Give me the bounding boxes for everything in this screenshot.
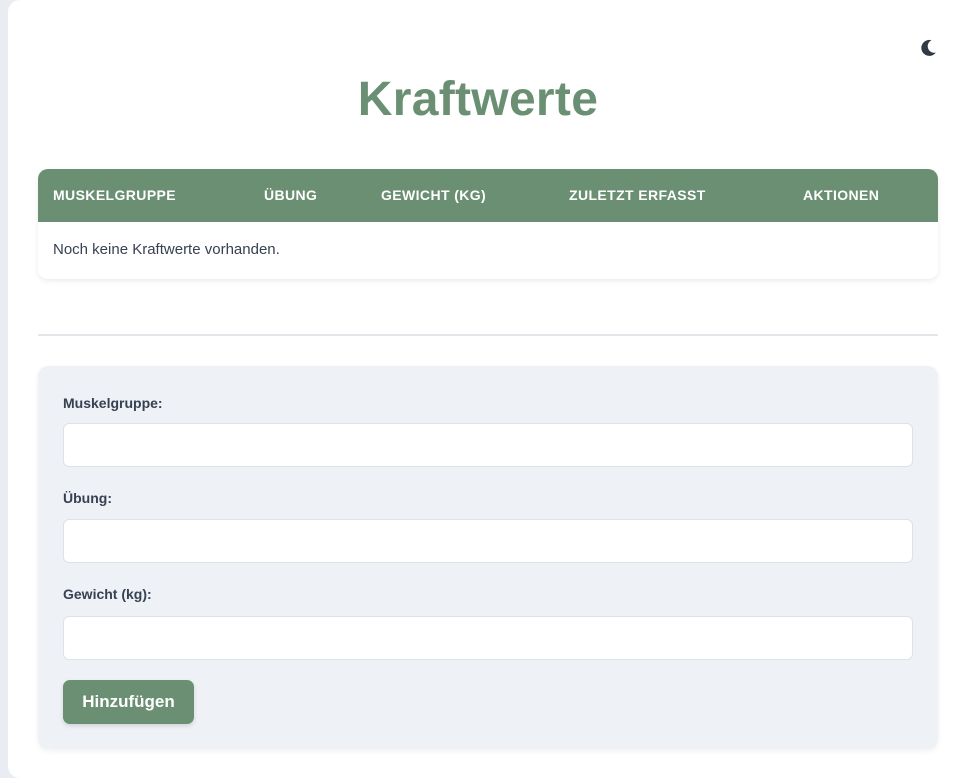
weight-input[interactable] (63, 616, 913, 660)
moon-icon (921, 39, 936, 56)
section-divider (38, 334, 938, 336)
exercise-input[interactable] (63, 519, 913, 563)
column-header-muscle-group: Muskelgruppe (53, 187, 177, 203)
empty-table-message: Noch keine Kraftwerte vorhanden. (53, 241, 280, 258)
page-title: Kraftwerte (357, 73, 599, 126)
strength-table: Muskelgruppe Übung Gewicht (kg) Zuletzt … (38, 169, 938, 279)
column-header-weight: Gewicht (kg) (381, 187, 487, 203)
muscle-group-input[interactable] (63, 423, 913, 467)
column-header-last-recorded: Zuletzt erfasst (569, 187, 706, 203)
main-card: Kraftwerte Muskelgruppe Übung Gewicht (k… (8, 0, 960, 778)
column-header-actions: Aktionen (803, 187, 880, 203)
theme-toggle-button[interactable] (914, 34, 942, 62)
add-strength-form: Muskelgruppe: Übung: Gewicht (kg): Hinzu… (38, 366, 938, 749)
column-header-exercise: Übung (264, 187, 318, 203)
weight-label: Gewicht (kg): (63, 586, 152, 602)
add-button[interactable]: Hinzufügen (63, 680, 194, 724)
muscle-group-label: Muskelgruppe: (63, 395, 163, 411)
table-header: Muskelgruppe Übung Gewicht (kg) Zuletzt … (38, 169, 938, 222)
exercise-label: Übung: (63, 490, 112, 506)
